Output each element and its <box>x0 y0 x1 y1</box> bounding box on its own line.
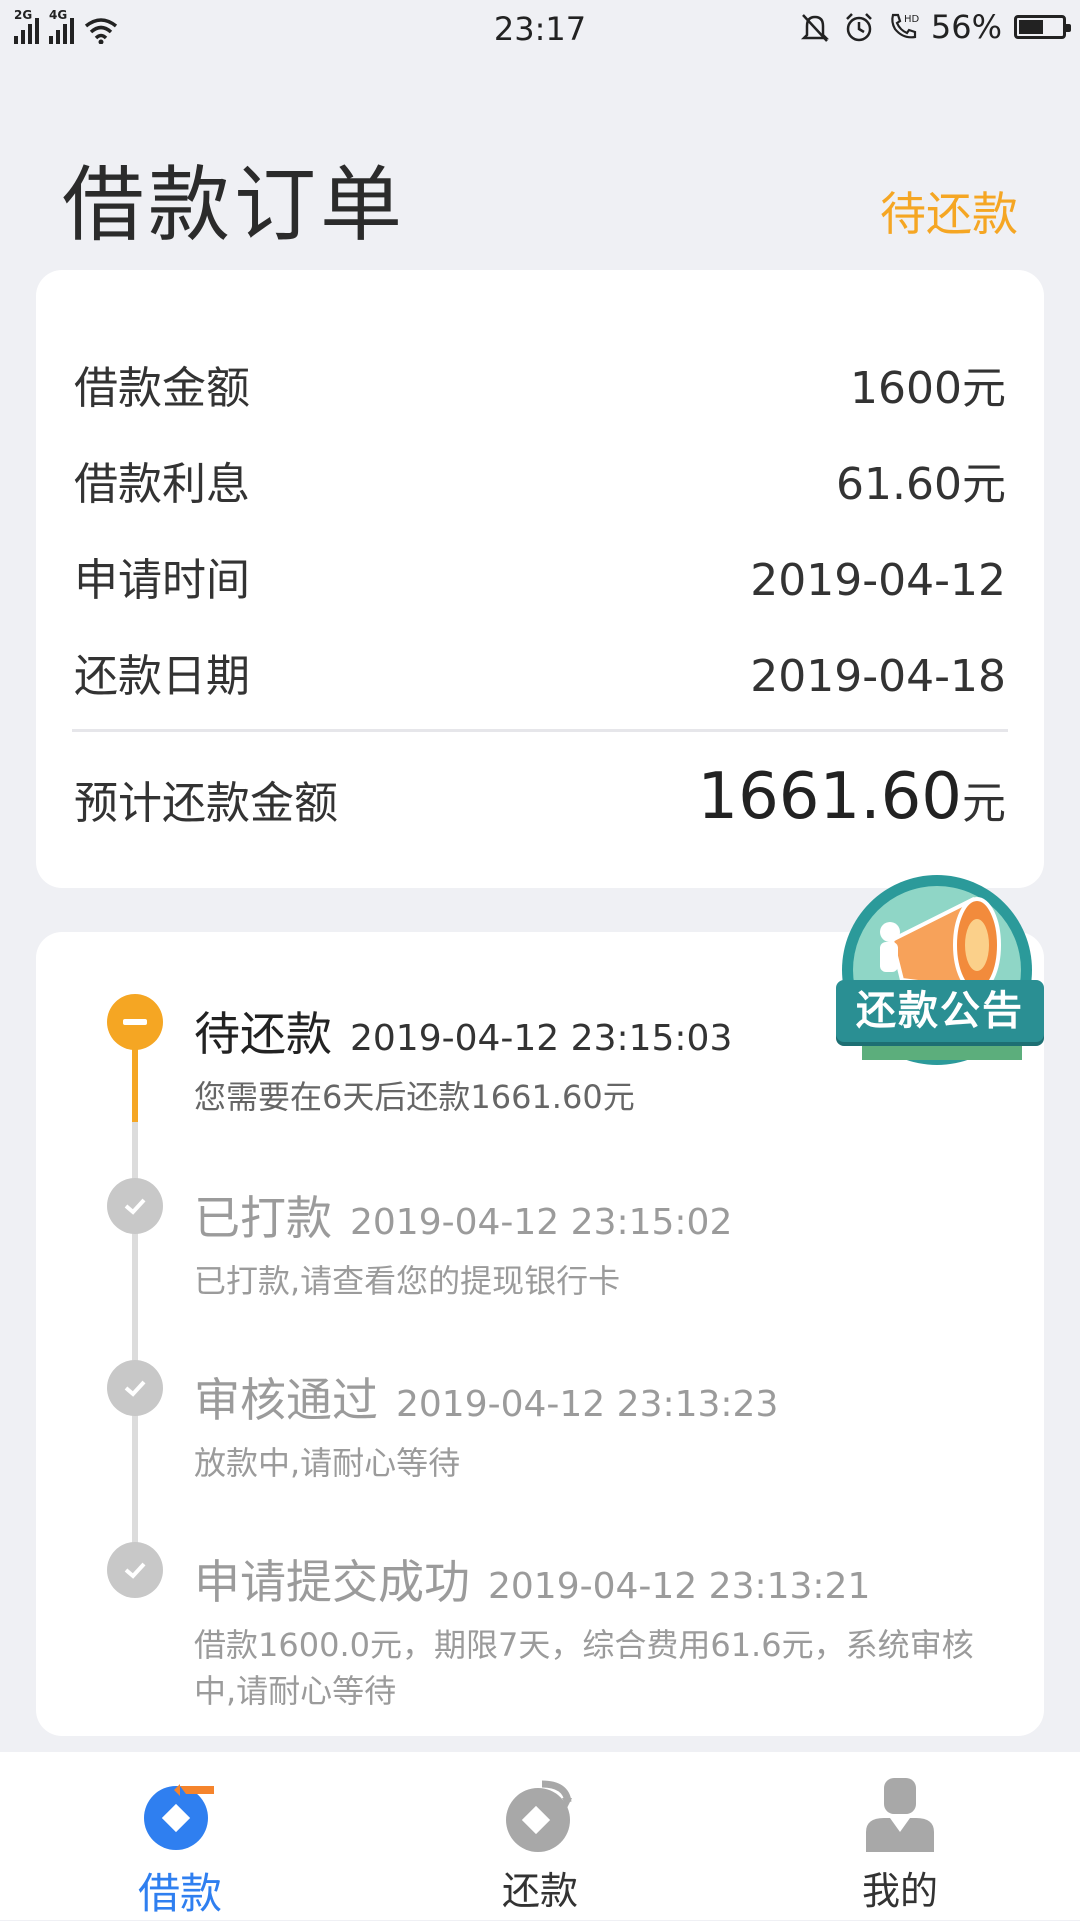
step-desc: 已打款,请查看您的提现银行卡 <box>194 1262 621 1300</box>
timeline-step: 审核通过 2019-04-12 23:13:23 放款中,请耐心等待 <box>194 1364 1008 1486</box>
hd-call-icon: HD <box>891 13 919 39</box>
total-repay-row: 预计还款金额 1661.60元 <box>74 760 1006 834</box>
row-value: 2019-04-18 <box>750 651 1006 702</box>
nav-label: 还款 <box>501 1869 578 1913</box>
timeline-line-active <box>132 1042 138 1122</box>
step-desc: 放款中,请耐心等待 <box>194 1444 461 1482</box>
step-time: 2019-04-12 23:15:02 <box>350 1202 733 1243</box>
bottom-nav: 借款 还款 我的 <box>0 1752 1080 1920</box>
page-title: 借款订单 <box>62 158 407 253</box>
nav-item-borrow[interactable]: 借款 <box>0 1752 360 1920</box>
row-value: 2019-04-12 <box>750 555 1006 606</box>
battery-percent: 56% <box>930 8 1002 46</box>
loan-summary-card: 借款金额 1600元 借款利息 61.60元 申请时间 2019-04-12 还… <box>36 270 1044 888</box>
total-amount: 1661.60 <box>697 760 962 834</box>
total-unit: 元 <box>962 778 1006 829</box>
divider <box>72 729 1008 732</box>
loan-amount-row: 借款金额 1600元 <box>74 352 1006 416</box>
step-time: 2019-04-12 23:13:23 <box>396 1384 779 1425</box>
repay-notice-button[interactable]: 还款公告 <box>836 980 1044 1042</box>
step-title: 审核通过 <box>194 1373 378 1427</box>
step-title: 申请提交成功 <box>194 1555 470 1609</box>
alarm-icon <box>845 13 872 42</box>
row-value: 61.60元 <box>836 459 1006 510</box>
total-value: 1661.60元 <box>697 760 1006 834</box>
status-bar: 2G 4G 23:17 HD 56% <box>0 0 1080 56</box>
nav-label: 借款 <box>137 1869 222 1918</box>
row-value: 1600元 <box>850 363 1006 414</box>
borrow-icon <box>144 1784 214 1850</box>
timeline-step: 申请提交成功 2019-04-12 23:13:21 借款1600.0元，期限7… <box>194 1546 1008 1714</box>
check-icon <box>107 1360 163 1416</box>
row-label: 申请时间 <box>74 555 250 606</box>
row-label: 借款利息 <box>74 459 250 510</box>
apply-date-row: 申请时间 2019-04-12 <box>74 544 1006 608</box>
loan-interest-row: 借款利息 61.60元 <box>74 448 1006 512</box>
nav-item-repay[interactable]: 还款 <box>360 1752 720 1920</box>
row-label: 借款金额 <box>74 363 250 414</box>
repay-icon <box>506 1780 572 1852</box>
timeline-node-current <box>107 994 163 1050</box>
battery-icon <box>1014 15 1071 39</box>
check-icon <box>107 1178 163 1234</box>
step-desc: 您需要在6天后还款1661.60元 <box>194 1078 635 1116</box>
mute-bell-icon <box>800 14 829 42</box>
svg-text:HD: HD <box>904 14 919 25</box>
step-time: 2019-04-12 23:13:21 <box>488 1566 871 1607</box>
nav-item-profile[interactable]: 我的 <box>720 1752 1080 1920</box>
step-desc: 借款1600.0元，期限7天，综合费用61.6元，系统审核中,请耐心等待 <box>194 1626 974 1710</box>
row-label: 还款日期 <box>74 651 250 702</box>
nav-label: 我的 <box>861 1869 938 1913</box>
step-title: 待还款 <box>194 1007 332 1061</box>
check-icon <box>107 1542 163 1598</box>
order-status: 待还款 <box>880 187 1018 241</box>
step-time: 2019-04-12 23:15:03 <box>350 1018 733 1059</box>
profile-icon <box>866 1778 934 1852</box>
step-title: 已打款 <box>194 1191 332 1245</box>
timeline-step: 已打款 2019-04-12 23:15:02 已打款,请查看您的提现银行卡 <box>194 1182 1008 1304</box>
total-label: 预计还款金额 <box>74 778 338 829</box>
repay-date-row: 还款日期 2019-04-18 <box>74 640 1006 704</box>
